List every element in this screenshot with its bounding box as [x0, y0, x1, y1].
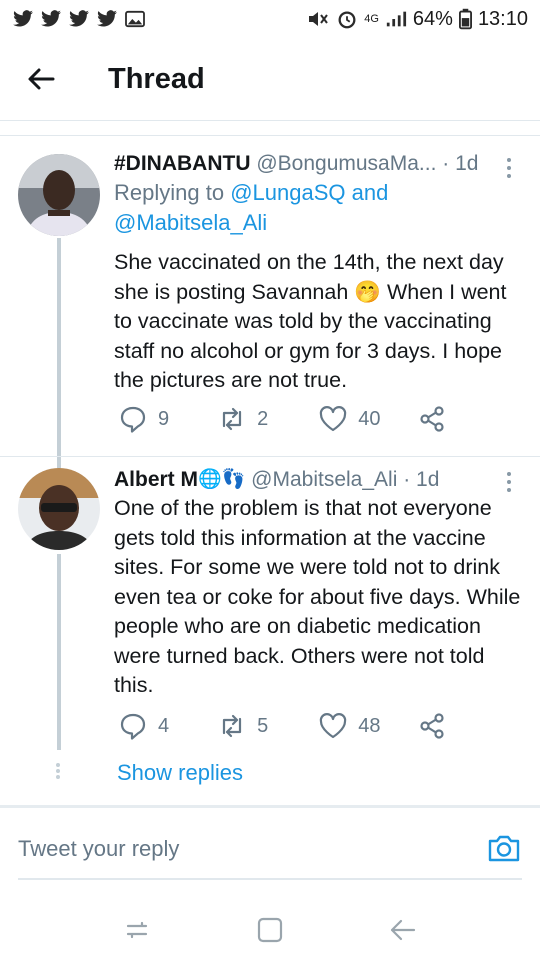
avatar-image: [18, 154, 100, 236]
twitter-notification-icon: [41, 10, 61, 27]
retweet-icon: [223, 714, 242, 738]
mute-icon: [309, 12, 329, 26]
avatar[interactable]: [18, 154, 100, 236]
battery-percent: 64%: [412, 7, 453, 30]
tweet-text: One of the problem is that not everyone …: [114, 496, 521, 697]
thread-top-divider: [0, 135, 540, 136]
signal-icon: [386, 11, 406, 27]
display-name[interactable]: #DINABANTU: [114, 150, 251, 178]
status-bar: 4G 64% 13:10: [0, 0, 540, 38]
reply-composer: Tweet your reply: [0, 810, 540, 886]
share-icon: [419, 713, 444, 739]
network-type: 4G: [364, 13, 379, 25]
share-icon: [419, 406, 444, 432]
tweet-actions: 9 2 40: [114, 402, 474, 436]
arrow-left-icon: [28, 68, 55, 90]
retweet-count: 2: [257, 407, 269, 430]
thread-continuation-dots: [56, 763, 62, 779]
reply-button[interactable]: 9: [118, 404, 169, 434]
alarm-icon: [338, 11, 356, 29]
tweet-header: Albert M 🌐👣 @Mabitsela_Ali · 1d: [114, 466, 522, 494]
twitter-notification-icon: [97, 10, 117, 27]
camera-icon: [488, 835, 520, 862]
retweet-button[interactable]: 5: [217, 711, 268, 741]
reply-icon: [120, 713, 146, 740]
name-emoji: 🌐👣: [198, 469, 246, 490]
tweet-header: #DINABANTU @BongumusaMa... · 1d: [114, 150, 522, 178]
page-title: Thread: [108, 62, 205, 95]
heart-icon: [320, 406, 347, 432]
notification-icons: [12, 10, 146, 28]
more-options-button[interactable]: [500, 154, 518, 182]
display-name[interactable]: Albert M: [114, 466, 198, 494]
avatar-image: [18, 468, 100, 550]
reply-input[interactable]: Tweet your reply: [18, 836, 179, 862]
image-notification-icon: [125, 10, 145, 28]
retweet-count: 5: [257, 714, 269, 737]
like-button[interactable]: 48: [318, 711, 381, 741]
heart-icon: [320, 713, 347, 739]
tweet-text: She vaccinated on the 14th, the next day…: [114, 250, 507, 392]
more-options-button[interactable]: [500, 468, 518, 496]
back-nav-icon[interactable]: [386, 913, 420, 947]
share-button[interactable]: [417, 404, 447, 434]
header-divider: [0, 120, 540, 121]
twitter-notification-icon: [13, 10, 33, 27]
thread-connector-line: [57, 238, 61, 470]
recent-apps-icon[interactable]: [120, 913, 154, 947]
system-nav-bar: [0, 900, 540, 960]
reply-icon: [120, 406, 146, 433]
reply-button[interactable]: 4: [118, 711, 169, 741]
camera-button[interactable]: [486, 830, 522, 866]
reply-count: 4: [158, 714, 170, 737]
battery-icon: [458, 8, 472, 30]
tweet-actions: 4 5 48: [114, 709, 474, 743]
reply-count: 9: [158, 407, 170, 430]
user-handle[interactable]: @BongumusaMa...: [256, 150, 436, 178]
replying-to-prefix: Replying to: [114, 180, 225, 205]
like-count: 48: [358, 714, 381, 737]
avatar[interactable]: [18, 468, 100, 550]
like-count: 40: [358, 407, 381, 430]
tweet[interactable]: #DINABANTU @BongumusaMa... · 1d Replying…: [0, 140, 540, 470]
user-handle[interactable]: @Mabitsela_Ali: [251, 466, 397, 494]
tweet[interactable]: Albert M 🌐👣 @Mabitsela_Ali · 1d One of th…: [0, 458, 540, 758]
clock: 13:10: [477, 7, 528, 30]
share-button[interactable]: [417, 711, 447, 741]
system-status: 4G 64% 13:10: [306, 8, 528, 31]
retweet-icon: [223, 407, 242, 431]
replying-to: Replying to @LungaSQ and @Mabitsela_Ali: [114, 178, 522, 238]
reply-input-underline: [18, 878, 522, 880]
tweet-time: · 1d: [403, 468, 440, 491]
back-button[interactable]: [6, 49, 76, 109]
like-button[interactable]: 40: [318, 404, 381, 434]
twitter-notification-icon: [69, 10, 89, 27]
thread-connector-line: [57, 554, 61, 750]
app-header: Thread: [0, 38, 540, 120]
tweet-divider: [0, 456, 540, 457]
show-replies-link[interactable]: Show replies: [117, 760, 243, 786]
retweet-button[interactable]: 2: [217, 404, 268, 434]
section-divider: [0, 805, 540, 808]
tweet-time: · 1d: [442, 152, 479, 175]
home-icon[interactable]: [253, 913, 287, 947]
